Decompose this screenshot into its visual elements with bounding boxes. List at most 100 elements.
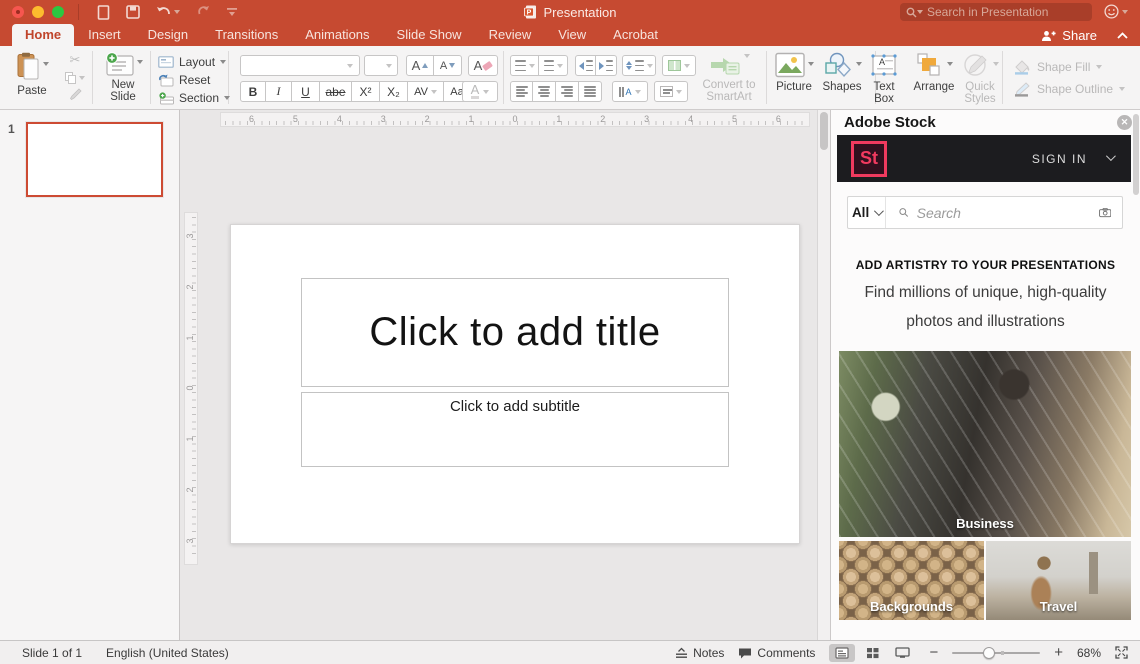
save-icon[interactable] (126, 5, 140, 19)
comments-button[interactable]: Comments (738, 646, 815, 660)
layout-button[interactable]: Layout (158, 53, 230, 71)
undo-button[interactable] (156, 6, 180, 19)
editor-scrollbar[interactable] (817, 110, 830, 640)
close-panel-icon[interactable]: ✕ (1117, 115, 1132, 130)
slideshow-view-button[interactable] (889, 644, 915, 662)
shrink-font-button[interactable]: A (434, 55, 462, 76)
zoom-slider-knob[interactable] (983, 647, 995, 659)
category-backgrounds[interactable]: Backgrounds (839, 541, 984, 620)
search-filter-dropdown[interactable]: All (848, 197, 886, 228)
shapes-caret-icon[interactable] (856, 62, 862, 66)
sign-in-chevron-icon[interactable] (1106, 151, 1116, 161)
tab-acrobat[interactable]: Acrobat (600, 24, 671, 46)
align-text-button[interactable] (654, 81, 688, 102)
section-button[interactable]: Section (158, 89, 230, 107)
stock-search-input[interactable] (917, 205, 1099, 221)
tab-transitions[interactable]: Transitions (202, 24, 291, 46)
numbering-button[interactable] (539, 55, 568, 76)
arrange-caret-icon[interactable] (947, 62, 953, 66)
bold-button[interactable]: B (240, 81, 266, 102)
superscript-button[interactable]: X² (352, 81, 380, 102)
font-name-dropdown[interactable] (240, 55, 360, 76)
quick-access-menu-icon[interactable] (226, 7, 238, 17)
italic-button[interactable]: I (266, 81, 292, 102)
line-spacing-button[interactable] (622, 55, 656, 76)
tab-home[interactable]: Home (12, 24, 74, 46)
copy-caret-icon[interactable] (79, 76, 85, 80)
tab-slide-show[interactable]: Slide Show (384, 24, 475, 46)
grow-font-button[interactable]: A (406, 55, 434, 76)
font-color-button[interactable]: A (462, 81, 498, 102)
underline-button[interactable]: U (292, 81, 320, 102)
normal-view-button[interactable] (829, 644, 855, 662)
quick-styles-caret-icon[interactable] (993, 62, 999, 66)
feedback-caret-icon[interactable] (1122, 10, 1128, 14)
clear-formatting-button[interactable]: A (468, 55, 498, 76)
minimize-window-button[interactable] (32, 6, 44, 18)
slide-canvas[interactable]: Click to add title Click to add subtitle (230, 224, 800, 544)
convert-to-smartart-button[interactable]: Convert to SmartArt (696, 54, 762, 103)
section-caret-icon[interactable] (224, 96, 230, 100)
zoom-level[interactable]: 68% (1077, 646, 1101, 660)
tab-insert[interactable]: Insert (75, 24, 134, 46)
zoom-out-button[interactable]: − (929, 648, 938, 658)
collapse-ribbon-chevron-icon[interactable] (1117, 32, 1128, 39)
shape-fill-button[interactable]: Shape Fill (1014, 56, 1125, 78)
zoom-in-button[interactable]: + (1054, 648, 1063, 658)
close-window-button[interactable] (12, 6, 24, 18)
subtitle-placeholder[interactable]: Click to add subtitle (301, 392, 729, 467)
redo-button[interactable] (196, 5, 210, 19)
paste-caret-icon[interactable] (43, 62, 49, 66)
search-in-presentation-box[interactable] (900, 3, 1092, 21)
language-indicator[interactable]: English (United States) (106, 646, 229, 660)
tab-animations[interactable]: Animations (292, 24, 382, 46)
stock-panel-scrollbar-thumb[interactable] (1133, 114, 1139, 195)
undo-caret-icon[interactable] (174, 10, 180, 14)
tab-design[interactable]: Design (135, 24, 201, 46)
layout-caret-icon[interactable] (220, 60, 226, 64)
zoom-window-button[interactable] (52, 6, 64, 18)
title-placeholder[interactable]: Click to add title (301, 278, 729, 387)
shape-fill-caret-icon[interactable] (1096, 65, 1102, 69)
sign-in-button[interactable]: SIGN IN (1032, 152, 1087, 166)
decrease-indent-button[interactable] (575, 55, 596, 76)
arrange-button[interactable]: Arrange (910, 52, 958, 93)
format-painter-button[interactable] (60, 86, 90, 103)
text-direction-button[interactable]: A (612, 81, 648, 102)
category-travel[interactable]: Travel (986, 541, 1131, 620)
new-slide-button[interactable]: New Slide (100, 52, 146, 103)
align-right-button[interactable] (556, 81, 579, 102)
tab-review[interactable]: Review (476, 24, 545, 46)
picture-button[interactable]: Picture (772, 52, 816, 93)
new-document-icon[interactable] (97, 5, 110, 20)
category-business[interactable]: Business (839, 351, 1131, 537)
increase-indent-button[interactable] (596, 55, 617, 76)
character-spacing-button[interactable]: AV (408, 81, 444, 102)
subscript-button[interactable]: X₂ (380, 81, 408, 102)
tab-view[interactable]: View (545, 24, 599, 46)
justify-button[interactable] (579, 81, 602, 102)
slide-thumbnail[interactable] (26, 122, 163, 197)
quick-styles-button[interactable]: Quick Styles (958, 52, 1002, 105)
camera-search-icon[interactable] (1099, 206, 1111, 219)
new-slide-caret-icon[interactable] (137, 60, 143, 64)
text-box-button[interactable]: A Text Box (864, 52, 904, 105)
cut-button[interactable]: ✂ (60, 52, 90, 69)
columns-button[interactable] (662, 55, 696, 76)
share-button[interactable]: Share (1062, 28, 1097, 43)
font-size-dropdown[interactable] (364, 55, 398, 76)
align-center-button[interactable] (533, 81, 556, 102)
zoom-slider[interactable] (952, 646, 1040, 660)
picture-caret-icon[interactable] (808, 62, 814, 66)
strikethrough-button[interactable]: abe (320, 81, 352, 102)
notes-button[interactable]: Notes (675, 646, 724, 660)
copy-button[interactable] (60, 69, 90, 86)
share-person-icon[interactable] (1041, 30, 1056, 42)
reset-button[interactable]: Reset (158, 71, 230, 89)
shapes-button[interactable]: Shapes (820, 52, 864, 93)
bullets-button[interactable] (510, 55, 539, 76)
shape-outline-caret-icon[interactable] (1119, 87, 1125, 91)
shape-outline-button[interactable]: Shape Outline (1014, 78, 1125, 100)
editor-scrollbar-thumb[interactable] (820, 112, 828, 150)
feedback-smiley-icon[interactable] (1104, 4, 1119, 19)
